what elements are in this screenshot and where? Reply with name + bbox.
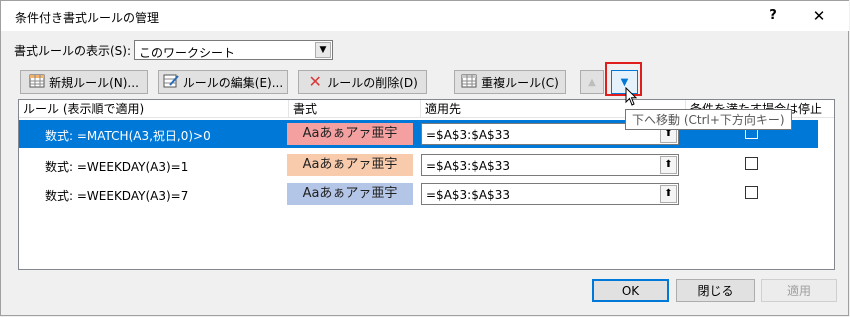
- stop-if-true-checkbox[interactable]: [745, 157, 758, 170]
- format-preview: Aaあぁアァ亜宇: [287, 123, 413, 145]
- rule-text: 数式: =WEEKDAY(A3)=7: [45, 189, 189, 203]
- chevron-down-icon[interactable]: ▼: [315, 42, 331, 58]
- title-bar: 条件付き書式ルールの管理 ? ✕: [1, 1, 849, 31]
- collapse-dialog-icon[interactable]: ⬆: [660, 156, 677, 174]
- delete-rule-button[interactable]: ✕ ルールの削除(D): [298, 70, 427, 94]
- applies-to-value: =$A$3:$A$33: [426, 128, 510, 142]
- applies-to-value: =$A$3:$A$33: [426, 159, 510, 173]
- delete-rule-label: ルールの削除(D): [327, 75, 418, 90]
- format-preview: Aaあぁアァ亜宇: [287, 154, 413, 176]
- duplicate-rule-button[interactable]: 重複ルール(C): [454, 70, 566, 94]
- close-icon[interactable]: ✕: [799, 1, 839, 31]
- rule-text: 数式: =WEEKDAY(A3)=1: [45, 160, 189, 174]
- format-preview: Aaあぁアァ亜宇: [287, 183, 413, 205]
- apply-button[interactable]: 適用: [761, 279, 837, 302]
- chevron-up-icon: ▲: [588, 76, 596, 88]
- window-title: 条件付き書式ルールの管理: [15, 11, 160, 25]
- new-rule-label: 新規ルール(N)...: [49, 75, 139, 90]
- rule-row[interactable]: 数式: =WEEKDAY(A3)=7 Aaあぁアァ亜宇 =$A$3:$A$33 …: [19, 180, 818, 208]
- duplicate-rule-label: 重複ルール(C): [481, 75, 559, 90]
- new-rule-button[interactable]: 新規ルール(N)...: [20, 70, 148, 94]
- duplicate-rule-icon: [461, 74, 477, 90]
- column-header-rule[interactable]: ルール (表示順で適用): [19, 100, 289, 118]
- edit-rule-icon: [163, 74, 179, 90]
- show-rules-select[interactable]: このワークシート ▼: [134, 40, 333, 60]
- move-up-button[interactable]: ▲: [580, 70, 604, 94]
- show-rules-value: このワークシート: [139, 46, 236, 60]
- show-rules-label: 書式ルールの表示(S):: [14, 44, 132, 58]
- rule-text: 数式: =MATCH(A3,祝日,0)>0: [45, 129, 211, 143]
- conditional-format-dialog: 条件付き書式ルールの管理 ? ✕ 書式ルールの表示(S): このワークシート ▼…: [0, 0, 849, 316]
- help-button[interactable]: ?: [753, 1, 793, 31]
- collapse-dialog-icon[interactable]: ⬆: [660, 185, 677, 203]
- ok-button[interactable]: OK: [592, 279, 669, 302]
- edit-rule-button[interactable]: ルールの編集(E)...: [158, 70, 288, 94]
- delete-rule-icon: ✕: [308, 72, 322, 91]
- edit-rule-label: ルールの編集(E)...: [182, 75, 284, 90]
- new-rule-icon: [29, 74, 45, 90]
- rule-row[interactable]: 数式: =WEEKDAY(A3)=1 Aaあぁアァ亜宇 =$A$3:$A$33 …: [19, 151, 818, 179]
- close-button[interactable]: 閉じる: [676, 279, 755, 302]
- applies-to-value: =$A$3:$A$33: [426, 188, 510, 202]
- column-header-format[interactable]: 書式: [289, 100, 421, 118]
- tooltip: 下へ移動 (Ctrl+下方向キー): [625, 109, 792, 130]
- applies-to-field[interactable]: =$A$3:$A$33 ⬆: [421, 183, 679, 205]
- stop-if-true-checkbox[interactable]: [745, 186, 758, 199]
- applies-to-field[interactable]: =$A$3:$A$33 ⬆: [421, 154, 679, 176]
- mouse-cursor-icon: [625, 86, 639, 110]
